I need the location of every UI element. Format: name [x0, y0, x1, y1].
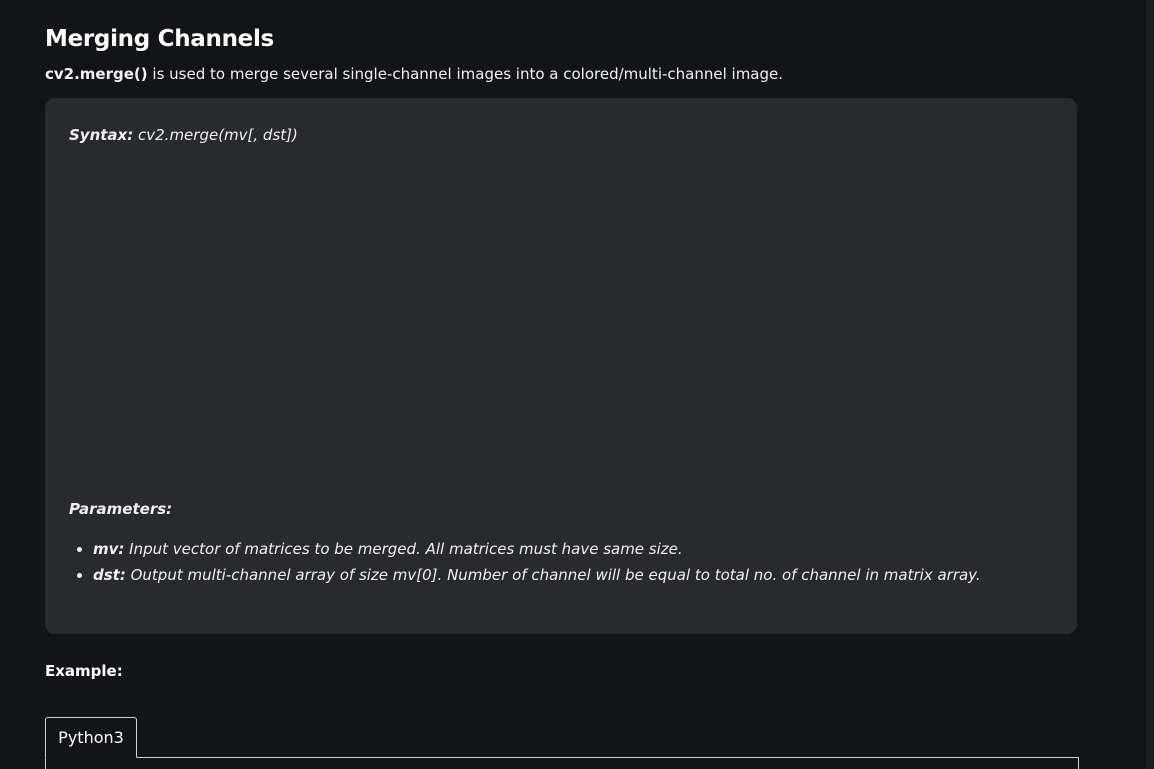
- intro-code: cv2.merge(): [45, 65, 148, 83]
- syntax-line: Syntax: cv2.merge(mv[, dst]): [69, 126, 298, 144]
- param-desc: Input vector of matrices to be merged. A…: [124, 540, 683, 558]
- list-item: mv: Input vector of matrices to be merge…: [93, 536, 1093, 562]
- param-desc: Output multi-channel array of size mv[0]…: [125, 566, 981, 584]
- scrollbar[interactable]: [1146, 0, 1154, 769]
- syntax-signature: cv2.merge(mv[, dst]): [133, 126, 298, 144]
- list-item: dst: Output multi-channel array of size …: [93, 562, 1093, 588]
- section-title: Merging Channels: [45, 26, 274, 52]
- tab-python3[interactable]: Python3: [45, 717, 137, 758]
- parameters-list: mv: Input vector of matrices to be merge…: [69, 536, 1093, 588]
- param-name: mv:: [93, 540, 125, 558]
- example-label: Example:: [45, 662, 123, 680]
- syntax-label: Syntax:: [69, 126, 134, 144]
- param-name: dst:: [93, 566, 126, 584]
- page: Merging Channels cv2.merge() is used to …: [0, 0, 1154, 769]
- parameters-label: Parameters:: [69, 500, 173, 518]
- code-panel: [45, 757, 1079, 769]
- intro-paragraph: cv2.merge() is used to merge several sin…: [45, 65, 1145, 83]
- intro-text: is used to merge several single-channel …: [147, 65, 784, 83]
- syntax-box: Syntax: cv2.merge(mv[, dst]) Parameters:…: [45, 98, 1077, 634]
